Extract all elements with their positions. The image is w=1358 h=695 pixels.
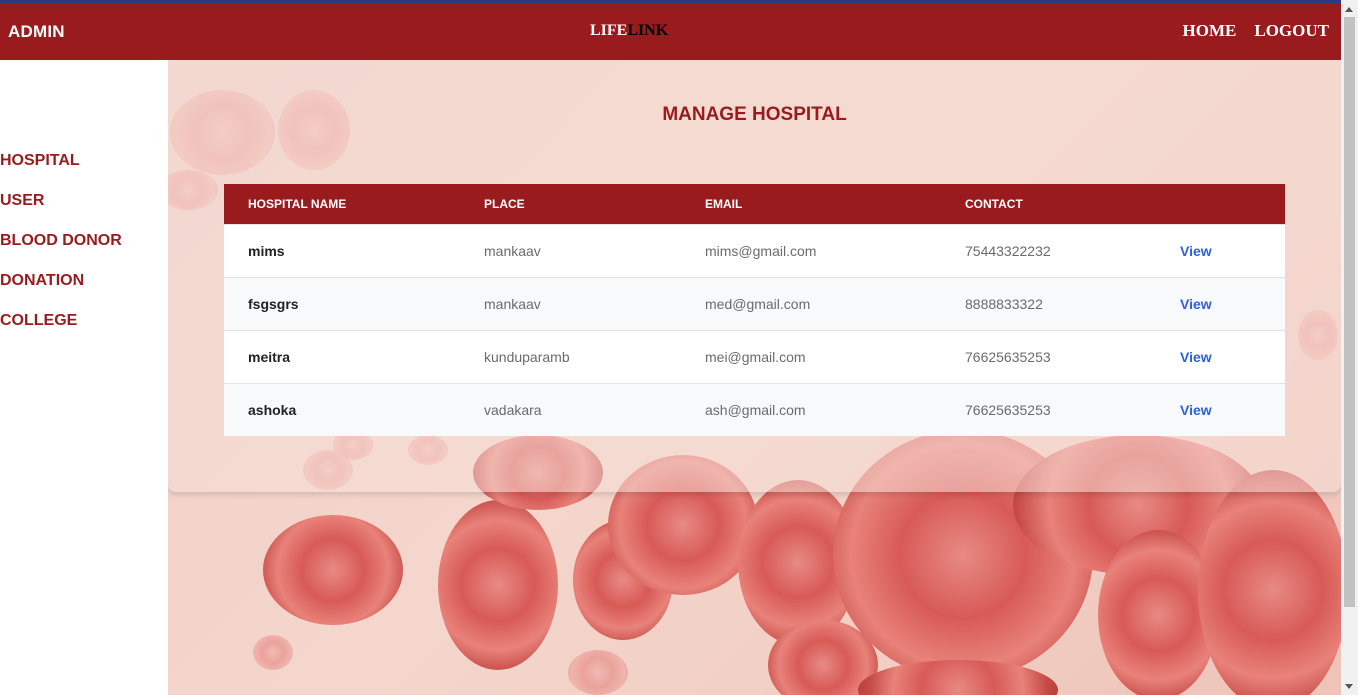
- view-link[interactable]: View: [1180, 349, 1212, 365]
- hospital-email: ash@gmail.com: [705, 402, 806, 418]
- hospital-name: mims: [248, 243, 285, 259]
- hospital-place: vadakara: [484, 402, 542, 418]
- sidebar-item-user[interactable]: USER: [0, 192, 44, 210]
- sidebar-item-donation[interactable]: DONATION: [0, 272, 84, 290]
- table-header: HOSPITAL NAME PLACE EMAIL CONTACT: [224, 184, 1285, 224]
- hospital-name: meitra: [248, 349, 291, 365]
- page-title: MANAGE HOSPITAL: [662, 104, 847, 125]
- navbar: ADMIN LIFELINK HOME LOGOUT: [0, 3, 1341, 60]
- logo-link-text: LINK: [627, 22, 669, 39]
- sidebar-item-hospital[interactable]: HOSPITAL: [0, 152, 80, 170]
- scroll-down-arrow-icon[interactable]: [1345, 684, 1353, 689]
- table-row: ashoka vadakara ash@gmail.com 7662563525…: [224, 383, 1285, 436]
- hospital-place: kunduparamb: [484, 349, 570, 365]
- admin-title: ADMIN: [8, 22, 65, 41]
- col-hospital-name: HOSPITAL NAME: [248, 197, 347, 211]
- hospital-name: ashoka: [248, 402, 297, 418]
- hospital-name: fsgsgrs: [248, 296, 299, 312]
- hospital-contact: 76625635253: [965, 349, 1051, 365]
- home-link[interactable]: HOME: [1183, 21, 1237, 41]
- lifelink-logo[interactable]: LIFELINK: [590, 22, 668, 40]
- col-contact: CONTACT: [965, 197, 1023, 211]
- hospital-email: mei@gmail.com: [705, 349, 806, 365]
- hospital-place: mankaav: [484, 243, 541, 259]
- hospital-contact: 75443322232: [965, 243, 1051, 259]
- view-link[interactable]: View: [1180, 296, 1212, 312]
- main-content: MANAGE HOSPITAL HOSPITAL NAME PLACE EMAI…: [168, 60, 1341, 695]
- sidebar-item-college[interactable]: COLLEGE: [0, 312, 77, 330]
- hospital-email: med@gmail.com: [705, 296, 811, 312]
- col-email: EMAIL: [705, 197, 743, 211]
- hospital-contact: 76625635253: [965, 402, 1051, 418]
- scroll-up-arrow-icon[interactable]: [1345, 7, 1353, 12]
- logo-life-text: LIFE: [590, 22, 628, 39]
- hospital-email: mims@gmail.com: [705, 243, 817, 259]
- table-row: meitra kunduparamb mei@gmail.com 7662563…: [224, 330, 1285, 383]
- sidebar: HOSPITAL USER BLOOD DONOR DONATION COLLE…: [0, 60, 168, 695]
- manage-hospital-card: MANAGE HOSPITAL HOSPITAL NAME PLACE EMAI…: [168, 60, 1341, 492]
- sidebar-item-blood-donor[interactable]: BLOOD DONOR: [0, 232, 122, 250]
- top-nav: HOME LOGOUT: [1183, 21, 1329, 41]
- logout-link[interactable]: LOGOUT: [1254, 21, 1329, 41]
- hospital-table: HOSPITAL NAME PLACE EMAIL CONTACT mims m…: [224, 184, 1285, 436]
- page-scrollbar[interactable]: [1341, 0, 1358, 695]
- table-row: fsgsgrs mankaav med@gmail.com 8888833322…: [224, 277, 1285, 330]
- table-row: mims mankaav mims@gmail.com 75443322232 …: [224, 224, 1285, 277]
- hospital-contact: 8888833322: [965, 296, 1043, 312]
- view-link[interactable]: View: [1180, 402, 1212, 418]
- view-link[interactable]: View: [1180, 243, 1212, 259]
- scrollbar-thumb[interactable]: [1344, 17, 1355, 607]
- hospital-place: mankaav: [484, 296, 541, 312]
- col-place: PLACE: [484, 197, 525, 211]
